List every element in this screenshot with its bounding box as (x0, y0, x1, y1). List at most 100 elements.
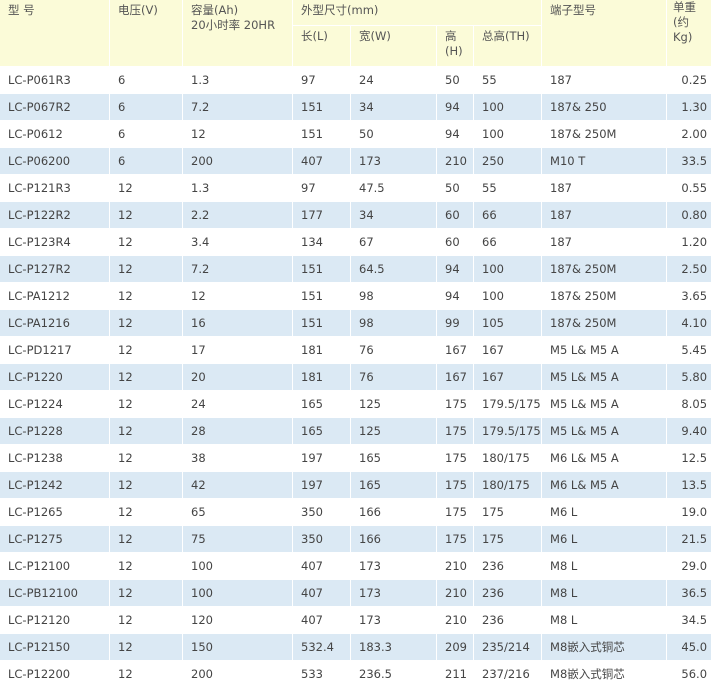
cell-height: 50 (437, 175, 474, 202)
cell-voltage: 6 (110, 67, 183, 94)
cell-height: 167 (437, 364, 474, 391)
cell-length: 533 (293, 661, 351, 688)
cell-weight: 8.05 (667, 391, 712, 418)
cell-model: LC-P123R4 (0, 229, 110, 256)
header-dimensions-label: 外型尺寸(mm) (301, 3, 379, 17)
header-capacity-sub: 20小时率 20HR (191, 18, 276, 32)
cell-terminal: 187& 250M (542, 256, 668, 283)
cell-length: 181 (293, 364, 351, 391)
cell-model: LC-PA1212 (0, 283, 110, 310)
cell-model: LC-P1228 (0, 418, 110, 445)
cell-capacity: 12 (183, 283, 293, 310)
cell-terminal: M6 L (542, 499, 668, 526)
table-body: LC-P061R3 6 1.3 97 24 50 55 187 0.25 LC-P067R2 6 7.… (0, 67, 712, 688)
cell-terminal: M10 T (542, 148, 668, 175)
cell-weight: 45.0 (667, 634, 712, 661)
cell-length: 165 (293, 391, 351, 418)
table-row: LC-P121R3 12 1.3 97 47.5 50 55 187 0.55 (0, 175, 712, 202)
cell-length: 532.4 (293, 634, 351, 661)
cell-width: 98 (351, 283, 437, 310)
cell-length: 197 (293, 472, 351, 499)
cell-width: 34 (351, 202, 437, 229)
cell-voltage: 12 (110, 661, 183, 688)
cell-length: 177 (293, 202, 351, 229)
header-width-label: 宽(W) (359, 29, 391, 43)
cell-voltage: 12 (110, 634, 183, 661)
table-row: LC-PB12100 12 100 407 173 210 236 M8 L 36.5 (0, 580, 712, 607)
cell-width: 47.5 (351, 175, 437, 202)
cell-total-height: 180/175 (474, 472, 543, 499)
cell-width: 125 (351, 391, 437, 418)
cell-width: 125 (351, 418, 437, 445)
table-row: LC-PA1216 12 16 151 98 99 105 187& 250M 4.10 (0, 310, 712, 337)
cell-total-height: 236 (474, 580, 543, 607)
cell-width: 76 (351, 337, 437, 364)
table-row: LC-P12200 12 200 533 236.5 211 237/216 M8嵌入式铜芯 5… (0, 661, 712, 688)
cell-length: 151 (293, 256, 351, 283)
cell-width: 165 (351, 445, 437, 472)
cell-weight: 2.50 (667, 256, 712, 283)
cell-capacity: 38 (183, 445, 293, 472)
cell-voltage: 12 (110, 310, 183, 337)
cell-length: 151 (293, 283, 351, 310)
cell-model: LC-P1275 (0, 526, 110, 553)
battery-spec-table: 型 号 电压(V) 容量(Ah) 20小时率 20HR 外型尺寸(mm) 端子型… (0, 0, 712, 688)
cell-height: 94 (437, 256, 474, 283)
cell-weight: 3.65 (667, 283, 712, 310)
cell-terminal: M8 L (542, 607, 668, 634)
cell-model: LC-P1265 (0, 499, 110, 526)
cell-terminal: M5 L& M5 A (542, 364, 668, 391)
cell-height: 60 (437, 202, 474, 229)
table-row: LC-P12150 12 150 532.4 183.3 209 235/214 M8嵌入式铜… (0, 634, 712, 661)
cell-height: 175 (437, 499, 474, 526)
table-row: LC-P1220 12 20 181 76 167 167 M5 L& M5 A 5.80 (0, 364, 712, 391)
cell-weight: 1.20 (667, 229, 712, 256)
cell-total-height: 167 (474, 337, 543, 364)
cell-width: 173 (351, 553, 437, 580)
cell-height: 167 (437, 337, 474, 364)
cell-model: LC-PB12100 (0, 580, 110, 607)
cell-terminal: M8嵌入式铜芯 (542, 634, 668, 661)
cell-capacity: 28 (183, 418, 293, 445)
header-total-height-label: 总高(TH) (482, 29, 530, 43)
cell-model: LC-P0612 (0, 121, 110, 148)
cell-height: 210 (437, 148, 474, 175)
cell-weight: 12.5 (667, 445, 712, 472)
cell-height: 210 (437, 553, 474, 580)
table-row: LC-P127R2 12 7.2 151 64.5 94 100 187& 250M 2.50 (0, 256, 712, 283)
cell-capacity: 65 (183, 499, 293, 526)
cell-voltage: 12 (110, 337, 183, 364)
cell-voltage: 6 (110, 148, 183, 175)
cell-height: 210 (437, 580, 474, 607)
table-row: LC-P1242 12 42 197 165 175 180/175 M6 L& M5 A 13… (0, 472, 712, 499)
header-terminal-label: 端子型号 (550, 3, 597, 17)
cell-height: 175 (437, 526, 474, 553)
cell-total-height: 55 (474, 175, 543, 202)
header-model: 型 号 (0, 0, 110, 67)
cell-height: 50 (437, 67, 474, 94)
cell-voltage: 12 (110, 526, 183, 553)
table-row: LC-P122R2 12 2.2 177 34 60 66 187 0.80 (0, 202, 712, 229)
cell-voltage: 12 (110, 418, 183, 445)
cell-total-height: 235/214 (474, 634, 543, 661)
cell-height: 99 (437, 310, 474, 337)
header-height-line1: 高 (445, 29, 457, 43)
cell-length: 151 (293, 310, 351, 337)
cell-weight: 0.80 (667, 202, 712, 229)
cell-total-height: 167 (474, 364, 543, 391)
cell-model: LC-P12200 (0, 661, 110, 688)
table-row: LC-P0612 6 12 151 50 94 100 187& 250M 2.00 (0, 121, 712, 148)
header-dimensions: 外型尺寸(mm) (293, 0, 543, 26)
header-terminal: 端子型号 (542, 0, 668, 67)
cell-terminal: M6 L (542, 526, 668, 553)
table-row: LC-P1238 12 38 197 165 175 180/175 M6 L& M5 A 12… (0, 445, 712, 472)
cell-model: LC-P1238 (0, 445, 110, 472)
cell-model: LC-P061R3 (0, 67, 110, 94)
cell-height: 94 (437, 283, 474, 310)
cell-weight: 2.00 (667, 121, 712, 148)
table-row: LC-P1275 12 75 350 166 175 175 M6 L 21.5 (0, 526, 712, 553)
header-length: 长(L) (293, 26, 351, 67)
cell-terminal: M8 L (542, 553, 668, 580)
cell-model: LC-P12100 (0, 553, 110, 580)
cell-length: 181 (293, 337, 351, 364)
